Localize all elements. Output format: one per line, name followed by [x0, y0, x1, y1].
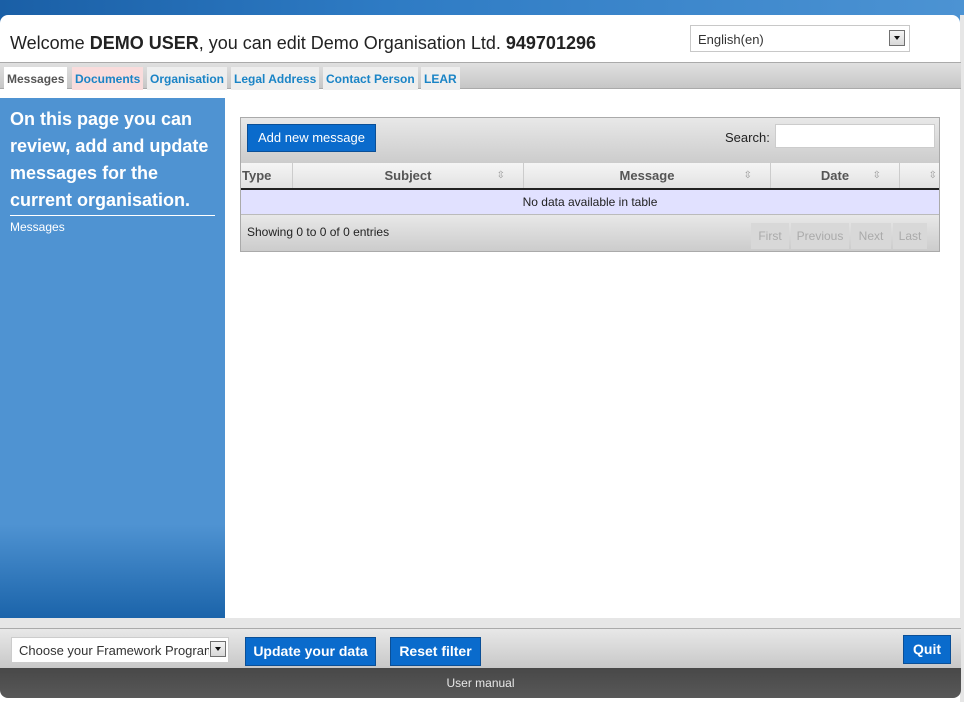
bottom-spacer: [0, 618, 961, 628]
empty-table-row: No data available in table: [241, 190, 939, 214]
welcome-middle: , you can edit Demo Organisation Ltd.: [198, 33, 506, 53]
column-label: Subject: [384, 168, 432, 183]
right-gutter: [960, 15, 964, 702]
framework-programme-select[interactable]: Choose your Framework Programme: [11, 637, 229, 663]
messages-table: Add new message Search: Type Subject ⇳ M…: [240, 117, 940, 252]
app-root: Welcome DEMO USER, you can edit Demo Org…: [0, 0, 964, 702]
chevron-down-icon[interactable]: [889, 30, 905, 46]
column-header-subject[interactable]: Subject ⇳: [293, 163, 524, 188]
header: Welcome DEMO USER, you can edit Demo Org…: [0, 15, 960, 62]
footer-bar: Choose your Framework Programme Update y…: [0, 628, 961, 668]
sort-icon[interactable]: ⇳: [744, 163, 752, 189]
add-new-message-button[interactable]: Add new message: [247, 124, 376, 152]
tab-lear[interactable]: LEAR: [421, 67, 460, 90]
column-label: Message: [619, 168, 675, 183]
framework-programme-selected: Choose your Framework Programme: [19, 643, 209, 658]
tab-organisation[interactable]: Organisation: [147, 67, 228, 90]
user-manual-link[interactable]: User manual: [0, 676, 961, 690]
table-footer: Showing 0 to 0 of 0 entries First Previo…: [241, 214, 939, 251]
quit-button[interactable]: Quit: [903, 635, 951, 664]
user-name: DEMO USER: [89, 33, 199, 53]
pagination-next[interactable]: Next: [851, 223, 891, 249]
pagination-first[interactable]: First: [751, 223, 789, 249]
search-input[interactable]: [775, 124, 935, 148]
table-header: Type Subject ⇳ Message ⇳ Date ⇳ ⇳: [241, 163, 939, 190]
chevron-down-icon[interactable]: [210, 641, 226, 657]
sort-icon[interactable]: ⇳: [929, 163, 937, 189]
column-header-type: Type: [241, 163, 293, 188]
organisation-id: 949701296: [505, 33, 596, 53]
tab-contact-person[interactable]: Contact Person: [323, 67, 418, 90]
column-header-message[interactable]: Message ⇳: [524, 163, 771, 188]
column-label: Type: [242, 168, 272, 183]
tab-documents[interactable]: Documents: [72, 67, 144, 90]
welcome-message: Welcome DEMO USER, you can edit Demo Org…: [10, 33, 596, 54]
search-label: Search:: [725, 130, 770, 145]
language-select[interactable]: English(en): [690, 25, 910, 52]
sort-icon[interactable]: ⇳: [497, 163, 505, 189]
pagination-last[interactable]: Last: [893, 223, 927, 249]
sort-icon[interactable]: ⇳: [873, 163, 881, 189]
sidebar-intro: On this page you can review, add and upd…: [10, 106, 215, 216]
pagination-previous[interactable]: Previous: [791, 223, 849, 249]
user-manual-bar: User manual: [0, 668, 961, 698]
tab-bar: Messages Documents Organisation Legal Ad…: [0, 62, 961, 91]
tab-messages[interactable]: Messages: [4, 67, 68, 91]
entries-info: Showing 0 to 0 of 0 entries: [247, 225, 390, 239]
sidebar: On this page you can review, add and upd…: [0, 98, 225, 618]
welcome-prefix: Welcome: [10, 33, 90, 53]
column-header-actions[interactable]: ⇳: [900, 163, 939, 188]
column-header-date[interactable]: Date ⇳: [771, 163, 900, 188]
sidebar-link-messages[interactable]: Messages: [10, 220, 65, 234]
tab-legal-address[interactable]: Legal Address: [231, 67, 320, 90]
update-data-button[interactable]: Update your data: [245, 637, 376, 666]
language-selected: English(en): [698, 32, 764, 47]
reset-filter-button[interactable]: Reset filter: [390, 637, 481, 666]
table-toolbar: Add new message Search:: [241, 118, 939, 163]
